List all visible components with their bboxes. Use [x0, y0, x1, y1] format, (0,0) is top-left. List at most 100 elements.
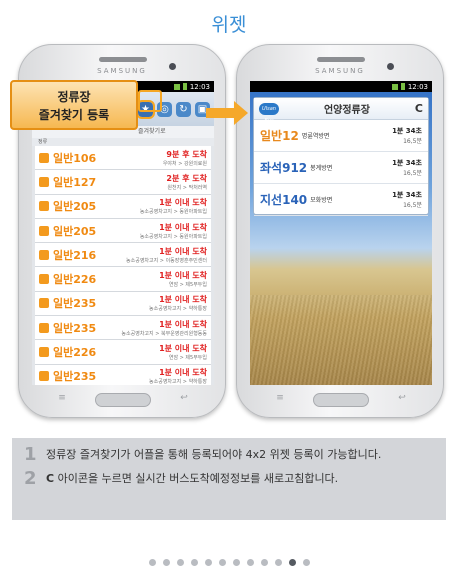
list-item[interactable]: 일반216 1분 이내 도착 농소공영차고지 > 이동장영훈주민센터 [35, 243, 211, 268]
arrival-interval: 16,5분 [403, 138, 422, 145]
callout-box: 정류장 즐겨찾기 등록 [10, 80, 138, 130]
notes-panel: 1 정류장 즐겨찾기가 어플을 통해 등록되어야 4x2 위젯 등록이 가능합니… [12, 438, 446, 520]
route-number: 일반205 [53, 224, 97, 238]
note-item: 1 정류장 즐겨찾기가 어플을 통해 등록되어야 4x2 위젯 등록이 가능합니… [24, 446, 434, 464]
arrival-time: 1분 이내 도착 [159, 295, 207, 305]
route-info: 1분 이내 도착 연암 > 제5부두입 [159, 270, 207, 288]
route-number: 일반226 [53, 273, 97, 287]
status-time: 12:03 [407, 82, 428, 91]
route-info: 1분 이내 도착 농소공영차고지 > 이동장영훈주민센터 [126, 246, 207, 264]
camera-icon [169, 63, 176, 70]
list-item[interactable]: 일반226 1분 이내 도착 연암 > 제5부두입 [35, 340, 211, 365]
route-info: 1분 이내 도착 농소공영차고지 > 북부운영관리원형동동 [121, 319, 207, 337]
route-info: 1분 이내 도착 농소공영차고지 > 약하통장 [149, 294, 207, 312]
page-dot[interactable] [148, 559, 156, 566]
arrival-time: 1분 이내 도착 [159, 198, 207, 208]
bus-icon [39, 322, 49, 333]
camera-icon [387, 63, 394, 70]
menu-key-icon[interactable]: ≡ [55, 393, 69, 403]
arrival-interval: 16,5분 [403, 170, 422, 177]
page-dot[interactable] [246, 559, 254, 566]
bus-icon [39, 201, 49, 212]
arrival-time: 9분 후 도착 [166, 149, 207, 159]
page-dot[interactable] [302, 559, 310, 566]
widget-row[interactable]: 좌석912 봉계방면 1분 34초 16,5분 [254, 152, 428, 184]
route-direction: 농소공영차고지 > 북부운영관리원형동동 [121, 330, 207, 337]
route-direction: 농소공영차고지 > 동원아파트입 [139, 233, 207, 240]
ulsan-bus-logo: Ulsan Bus [259, 102, 279, 124]
bus-icon [39, 225, 49, 236]
route-label: 지선140 [260, 191, 307, 208]
bus-widget[interactable]: Ulsan Bus 언양정류장 C 일반12 명륜역방면 1분 34초 16,5분 좌석… [253, 97, 429, 216]
arrival-time: 1분 이내 도착 [159, 319, 207, 329]
arrow-head-icon [234, 101, 248, 125]
route-number: 일반106 [53, 151, 97, 165]
route-direction: 농소공영차고지 > 약하통장 [149, 379, 207, 385]
list-item[interactable]: 일반106 9분 후 도착 우야처 > 강원의료원 [35, 146, 211, 171]
note-number: 1 [24, 444, 37, 465]
route-number: 912 [282, 161, 308, 175]
signal-icon [391, 83, 398, 90]
bus-icon [39, 274, 49, 285]
arrival-time: 1분 이내 도착 [159, 271, 207, 281]
page-dot[interactable] [162, 559, 170, 566]
widget-row[interactable]: 일반12 명륜역방면 1분 34초 16,5분 [254, 120, 428, 152]
refresh-icon[interactable]: C [415, 102, 423, 115]
list-item[interactable]: 일반235 1분 이내 도착 농소공영차고지 > 북부운영관리원형동동 [35, 316, 211, 341]
signal-icon [173, 83, 180, 90]
widget-row[interactable]: 지선140 모화방면 1분 34초 16,5분 [254, 184, 428, 216]
bus-icon [39, 249, 49, 260]
home-button[interactable] [95, 393, 151, 407]
route-number: 일반216 [53, 248, 97, 262]
arrival-interval: 16,5분 [403, 202, 422, 209]
arrival-time: 1분 34초 [392, 159, 422, 167]
route-destination: 모화방면 [310, 197, 333, 204]
refresh-icon[interactable]: ↻ [176, 101, 191, 117]
route-number: 일반127 [53, 175, 97, 189]
note-text: 정류장 즐겨찾기가 어플을 통해 등록되어야 4x2 위젯 등록이 가능합니다. [46, 448, 382, 461]
page-dot[interactable] [288, 559, 296, 566]
route-destination: 봉계방면 [310, 165, 333, 172]
page-dot[interactable] [204, 559, 212, 566]
arrival-time: 1분 이내 도착 [159, 344, 207, 354]
list-item[interactable]: 일반127 2분 후 도착 원천지 > 막처러역 [35, 170, 211, 195]
note-item: 2 C 아이콘을 누르면 실시간 버스도착예정정보를 새로고침합니다. [24, 470, 434, 488]
bus-icon [39, 298, 49, 309]
callout-line2: 즐겨찾기 등록 [38, 108, 110, 122]
home-button[interactable] [313, 393, 369, 407]
field-background [250, 295, 432, 385]
arrow-icon [206, 108, 234, 118]
route-info: 2분 후 도착 원천지 > 막처러역 [166, 173, 207, 191]
route-destination: 명륜역방면 [301, 133, 330, 140]
route-direction: 연암 > 제5부두입 [168, 282, 207, 289]
page-dot[interactable] [190, 559, 198, 566]
page-dot[interactable] [232, 559, 240, 566]
arrival-time: 1분 이내 도착 [159, 222, 207, 232]
page-dot[interactable] [176, 559, 184, 566]
page-dot[interactable] [218, 559, 226, 566]
bus-icon [39, 371, 49, 382]
arrival-info: 1분 34초 16,5분 [392, 190, 422, 209]
route-direction: 연암 > 제5부두입 [168, 355, 207, 362]
status-time: 12:03 [189, 82, 210, 91]
list-item[interactable]: 일반205 1분 이내 도착 농소공영차고지 > 동원아파트입 [35, 194, 211, 219]
page-dot[interactable] [260, 559, 268, 566]
note-text: 아이콘을 누르면 실시간 버스도착예정정보를 새로고침합니다. [57, 472, 339, 485]
route-direction: 농소공영차고지 > 동원아파트입 [139, 209, 207, 216]
widget-title: 언양정류장 [323, 105, 370, 116]
page-dot[interactable] [274, 559, 282, 566]
route-number: 일반205 [53, 200, 97, 214]
list-item[interactable]: 일반226 1분 이내 도착 연암 > 제5부두입 [35, 267, 211, 292]
back-key-icon[interactable]: ↩ [177, 393, 191, 403]
arrival-time: 2분 후 도착 [166, 173, 207, 183]
route-info: 1분 이내 도착 연암 > 제5부두입 [159, 343, 207, 361]
back-key-icon[interactable]: ↩ [395, 393, 409, 403]
widget-header: Ulsan Bus 언양정류장 C [254, 98, 428, 124]
route-type: 지선 [260, 193, 283, 207]
menu-key-icon[interactable]: ≡ [273, 393, 287, 403]
arrival-info: 1분 34초 16,5분 [392, 158, 422, 177]
list-item[interactable]: 일반235 1분 이내 도착 농소공영차고지 > 약하통장 [35, 364, 211, 385]
list-item[interactable]: 일반205 1분 이내 도착 농소공영차고지 > 동원아파트입 [35, 218, 211, 244]
section-label: 정류 [32, 138, 214, 146]
list-item[interactable]: 일반235 1분 이내 도착 농소공영차고지 > 약하통장 [35, 291, 211, 317]
